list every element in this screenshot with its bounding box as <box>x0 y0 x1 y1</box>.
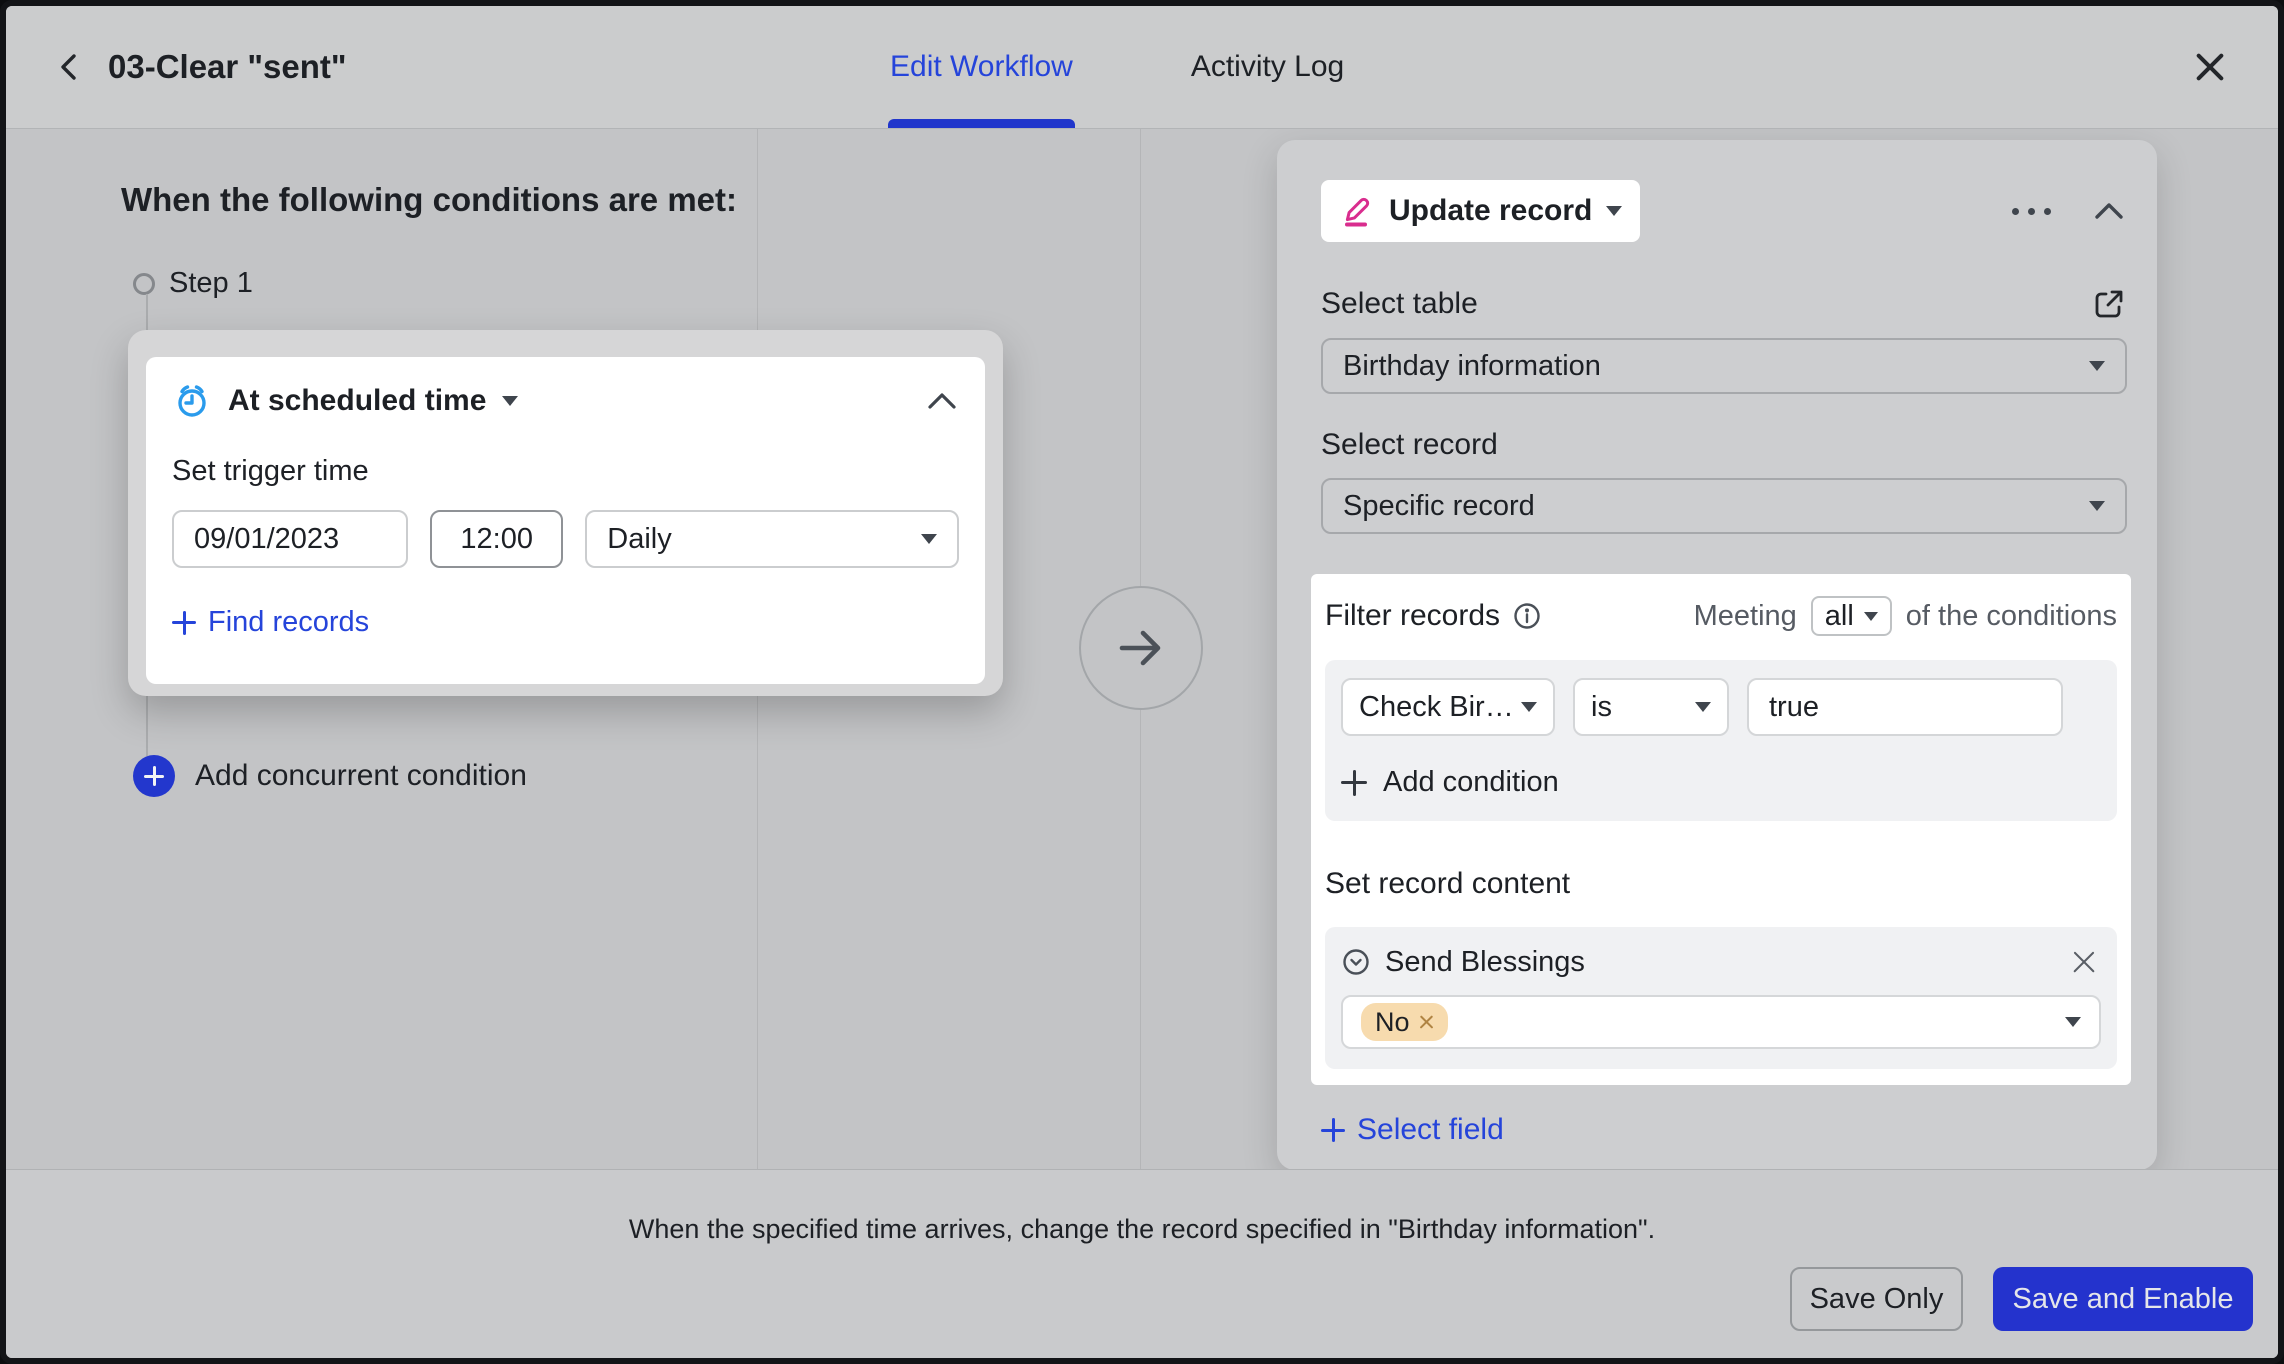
alarm-clock-icon <box>172 381 212 421</box>
remove-x-icon <box>2071 949 2097 975</box>
circled-chevron-down-icon[interactable] <box>1341 947 1371 977</box>
plus-icon <box>1321 1118 1345 1142</box>
field-value-select[interactable]: No <box>1341 995 2101 1049</box>
conditions-heading: When the following conditions are met: <box>121 181 737 219</box>
select-table-label: Select table <box>1321 287 1478 321</box>
collapse-panel-icon[interactable] <box>2091 199 2127 223</box>
plus-icon <box>1341 770 1367 796</box>
caret-down-icon <box>2065 1017 2081 1027</box>
caret-down-icon <box>921 534 937 544</box>
arrow-right-icon <box>1113 620 1169 676</box>
flow-arrow <box>1079 586 1203 710</box>
step-label: Step 1 <box>169 267 253 300</box>
action-type-label: Update record <box>1389 194 1592 228</box>
info-icon[interactable] <box>1512 601 1542 631</box>
filter-records-title: Filter records <box>1325 599 1542 633</box>
field-name-label: Send Blessings <box>1385 946 1585 979</box>
save-and-enable-button[interactable]: Save and Enable <box>1993 1267 2253 1331</box>
footer-buttons: Save Only Save and Enable <box>1790 1267 2253 1331</box>
caret-down-icon <box>2089 501 2105 511</box>
tab-activity-log[interactable]: Activity Log <box>1191 6 1344 128</box>
condition-field-select[interactable]: Check Bir… <box>1341 678 1555 736</box>
caret-down-icon <box>1606 206 1622 216</box>
close-button[interactable] <box>2182 39 2238 95</box>
condition-operator-value: is <box>1591 691 1612 724</box>
action-panel: Update record Select table Birthday info… <box>1277 140 2157 1170</box>
record-config-section: Filter records Meeting all of the condit… <box>1311 574 2131 1085</box>
back-chevron-icon <box>54 51 86 83</box>
select-record-row: Select record <box>1321 428 2127 462</box>
trigger-repeat-value: Daily <box>607 523 671 556</box>
select-record-label: Select record <box>1321 428 1498 462</box>
action-panel-header: Update record <box>1321 180 2127 242</box>
value-tag-label: No <box>1375 1007 1410 1038</box>
condition-operator-select[interactable]: is <box>1573 678 1729 736</box>
workflow-summary-caption: When the specified time arrives, change … <box>6 1214 2278 1245</box>
table-select[interactable]: Birthday information <box>1321 338 2127 394</box>
field-value-card: Send Blessings No <box>1325 927 2117 1069</box>
record-select-value: Specific record <box>1343 490 1535 523</box>
plus-icon <box>172 611 196 635</box>
pencil-icon <box>1339 193 1375 229</box>
header-bar: 03-Clear "sent" Edit Workflow Activity L… <box>6 6 2278 129</box>
trigger-repeat-select[interactable]: Daily <box>585 510 959 568</box>
meeting-suffix: of the conditions <box>1906 600 2117 633</box>
field-value-card-header: Send Blessings <box>1341 945 2101 979</box>
panel-header-icons <box>2012 199 2127 223</box>
value-tag: No <box>1361 1003 1448 1041</box>
filter-records-header: Filter records Meeting all of the condit… <box>1325 596 2117 636</box>
close-icon <box>2193 50 2227 84</box>
step-indicator: Step 1 <box>133 267 253 300</box>
remove-field-button[interactable] <box>2067 945 2101 979</box>
more-options-icon[interactable] <box>2012 202 2051 221</box>
caret-down-icon <box>2089 361 2105 371</box>
add-concurrent-condition-label: Add concurrent condition <box>195 759 527 793</box>
set-record-content-label: Set record content <box>1325 867 2117 901</box>
trigger-card[interactable]: At scheduled time Set trigger time 09/01… <box>146 357 985 684</box>
record-select[interactable]: Specific record <box>1321 478 2127 534</box>
open-table-external-icon[interactable] <box>2091 286 2127 322</box>
save-only-button[interactable]: Save Only <box>1790 1267 1963 1331</box>
condition-value-input[interactable]: true <box>1747 678 2063 736</box>
add-condition-label: Add condition <box>1383 766 1559 799</box>
select-field-label: Select field <box>1357 1113 1504 1147</box>
caret-down-icon <box>1695 702 1711 712</box>
footer-bar: When the specified time arrives, change … <box>6 1169 2278 1358</box>
automation-editor-window: 03-Clear "sent" Edit Workflow Activity L… <box>0 0 2284 1364</box>
filter-records-label: Filter records <box>1325 599 1500 633</box>
caret-down-icon <box>1864 612 1878 621</box>
filter-condition-group: Check Bir… is true Add condition <box>1325 660 2117 821</box>
meeting-mode-value: all <box>1825 600 1854 633</box>
trigger-date-input[interactable]: 09/01/2023 <box>172 510 408 568</box>
condition-row: Check Bir… is true <box>1341 678 2101 736</box>
caret-down-icon <box>1521 702 1537 712</box>
caret-down-icon[interactable] <box>502 396 518 406</box>
select-field-link[interactable]: Select field <box>1321 1113 2127 1147</box>
page-title: 03-Clear "sent" <box>108 6 347 128</box>
add-concurrent-condition-button[interactable]: Add concurrent condition <box>133 755 527 797</box>
trigger-time-input[interactable]: 12:00 <box>430 510 563 568</box>
find-records-label: Find records <box>208 606 369 639</box>
meeting-prefix: Meeting <box>1694 600 1797 633</box>
add-condition-button[interactable]: Add condition <box>1341 766 2101 799</box>
plus-circle-icon <box>133 755 175 797</box>
collapse-chevron-icon[interactable] <box>925 390 959 412</box>
trigger-card-header: At scheduled time <box>172 381 959 421</box>
find-records-link[interactable]: Find records <box>172 606 959 639</box>
tag-remove-icon[interactable] <box>1419 1015 1434 1030</box>
condition-field-value: Check Bir… <box>1359 691 1514 724</box>
back-button[interactable] <box>40 37 100 97</box>
meeting-conditions-control: Meeting all of the conditions <box>1694 596 2117 636</box>
trigger-card-selection: At scheduled time Set trigger time 09/01… <box>128 330 1003 696</box>
trigger-type-label: At scheduled time <box>228 384 486 418</box>
action-type-select[interactable]: Update record <box>1321 180 1640 242</box>
step-dot-icon <box>133 273 155 295</box>
tab-bar: Edit Workflow Activity Log <box>890 6 1344 128</box>
tab-edit-workflow[interactable]: Edit Workflow <box>890 6 1073 128</box>
table-select-value: Birthday information <box>1343 350 1601 383</box>
trigger-time-row: 09/01/2023 12:00 Daily <box>172 510 959 568</box>
meeting-mode-select[interactable]: all <box>1811 596 1892 636</box>
set-trigger-time-label: Set trigger time <box>172 455 959 488</box>
select-table-row: Select table <box>1321 286 2127 322</box>
